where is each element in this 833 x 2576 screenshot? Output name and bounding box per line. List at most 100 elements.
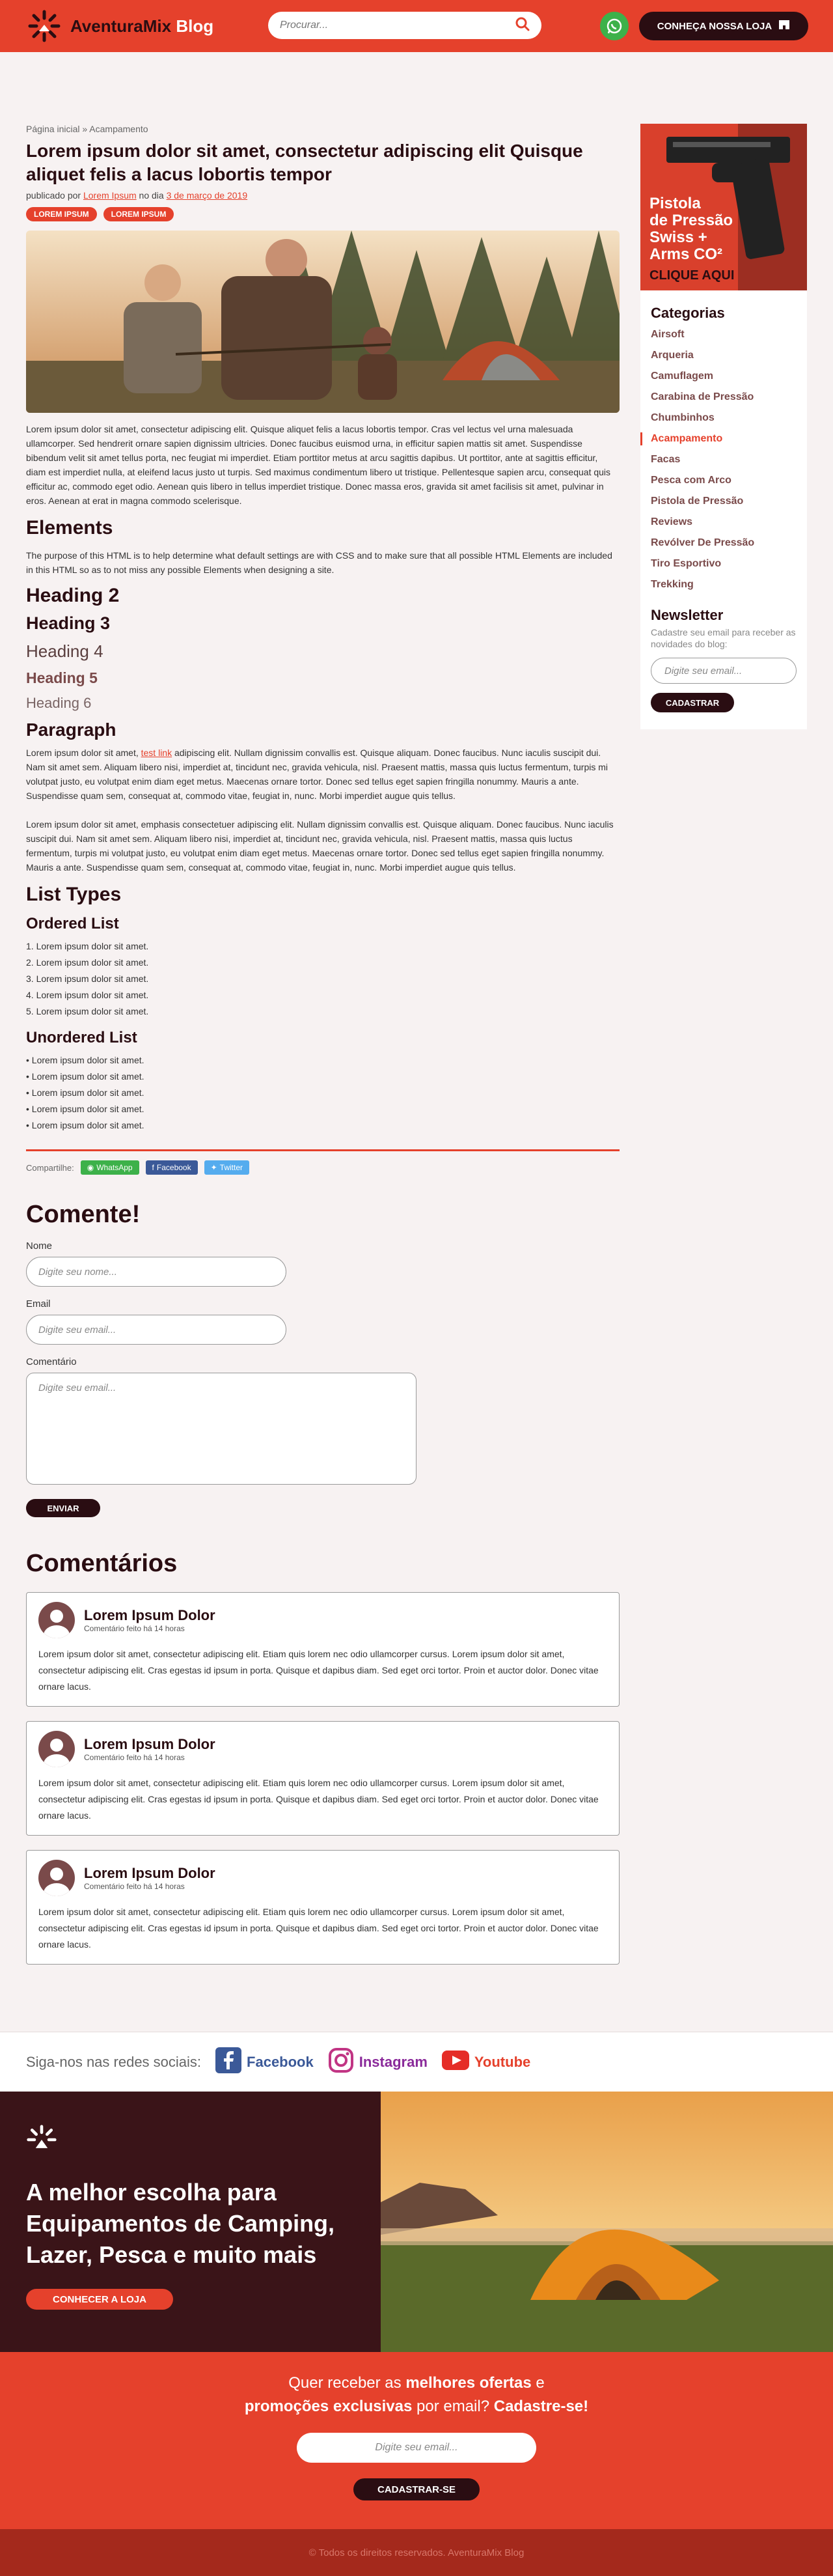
- hero-image: [26, 231, 620, 413]
- name-field[interactable]: Digite seu nome...: [26, 1257, 286, 1287]
- promo-text: Quer receber as melhores ofertas e promo…: [245, 2372, 588, 2418]
- promo-line1-a: Quer receber as: [288, 2374, 402, 2392]
- test-link[interactable]: test link: [141, 748, 172, 758]
- search-bar: [268, 12, 541, 39]
- share-bar: Compartilhe: ◉ WhatsApp f Facebook ✦ Twitte…: [26, 1160, 620, 1175]
- search-icon[interactable]: [515, 17, 530, 35]
- post-title: Lorem ipsum dolor sit amet, consectetur …: [26, 141, 583, 184]
- footer-copyright: © Todos os direitos reservados. Aventura…: [0, 2529, 833, 2576]
- instagram-icon: [328, 2047, 354, 2077]
- facebook-icon: f: [152, 1163, 154, 1172]
- submit-comment-button[interactable]: ENVIAR: [26, 1499, 100, 1517]
- date-link[interactable]: 3 de março de 2019: [167, 190, 248, 201]
- search-input[interactable]: [280, 20, 515, 31]
- category-link[interactable]: Reviews: [651, 512, 797, 533]
- category-link[interactable]: Carabina de Pressão: [651, 387, 797, 408]
- site-logo[interactable]: AventuraMix Blog: [26, 9, 213, 43]
- comment-author: Lorem Ipsum Dolor: [84, 1736, 215, 1752]
- share-label: Compartilhe:: [26, 1162, 74, 1173]
- paragraph-heading: Paragraph: [26, 720, 116, 740]
- heading-6: Heading 6: [26, 695, 92, 711]
- comment-author: Lorem Ipsum Dolor: [84, 1607, 215, 1623]
- category-link[interactable]: Facas: [651, 449, 797, 470]
- list-item: • Lorem ipsum dolor sit amet.: [26, 1104, 144, 1114]
- avatar: [38, 1731, 75, 1767]
- newsletter-subscribe-button[interactable]: CADASTRAR: [651, 693, 734, 712]
- category-link-active[interactable]: Acampamento: [640, 428, 797, 449]
- category-link[interactable]: Tiro Esportivo: [651, 553, 797, 574]
- category-link[interactable]: Chumbinhos: [651, 408, 797, 428]
- promo-email-input[interactable]: Digite seu email...: [297, 2433, 536, 2463]
- unordered-list: • Lorem ipsum dolor sit amet. • Lorem ip…: [26, 1052, 620, 1134]
- comment-card: Lorem Ipsum Dolor Comentário feito há 14 …: [26, 1592, 620, 1707]
- ad-line-2: de Pressão: [649, 212, 733, 229]
- logo-main-text: AventuraMix: [70, 16, 172, 36]
- list-item: • Lorem ipsum dolor sit amet.: [26, 1055, 144, 1065]
- para1-before: Lorem ipsum dolor sit amet,: [26, 748, 139, 758]
- category-link[interactable]: Camuflagem: [651, 366, 797, 387]
- promo-signup-button[interactable]: CADASTRAR-SE: [353, 2478, 480, 2500]
- category-link[interactable]: Pesca com Arco: [651, 470, 797, 491]
- ad-cta: CLIQUE AQUI: [649, 268, 735, 283]
- category-link[interactable]: Airsoft: [651, 324, 797, 345]
- paragraph-2: Lorem ipsum dolor sit amet, emphasis con…: [26, 819, 614, 873]
- list-types-heading: List Types: [26, 884, 122, 905]
- store-promo-banner: A melhor escolha para Equipamentos de Ca…: [0, 2092, 833, 2352]
- share-twitter-button[interactable]: ✦ Twitter: [204, 1160, 249, 1175]
- email-field[interactable]: Digite seu email...: [26, 1315, 286, 1345]
- comment-text: Lorem ipsum dolor sit amet, consectetur …: [38, 1778, 599, 1821]
- share-twitter-label: Twitter: [219, 1163, 243, 1172]
- published-prefix: publicado por: [26, 190, 81, 201]
- facebook-link[interactable]: Facebook: [215, 2047, 314, 2077]
- heading-4: Heading 4: [26, 641, 103, 661]
- facebook-label: Facebook: [247, 2053, 314, 2070]
- share-whatsapp-button[interactable]: ◉ WhatsApp: [80, 1160, 139, 1175]
- instagram-link[interactable]: Instagram: [328, 2047, 428, 2077]
- newsletter-email-input[interactable]: Digite seu email...: [651, 658, 797, 684]
- promo-line2-b: por email?: [416, 2398, 490, 2415]
- list-item: 4. Lorem ipsum dolor sit amet.: [26, 990, 149, 1000]
- list-item: • Lorem ipsum dolor sit amet.: [26, 1071, 144, 1082]
- store-button[interactable]: CONHEÇA NOSSA LOJA: [639, 12, 808, 40]
- category-link[interactable]: Trekking: [651, 574, 797, 595]
- elements-heading: Elements: [26, 517, 113, 539]
- share-facebook-button[interactable]: f Facebook: [145, 1160, 198, 1175]
- paragraph-1: Lorem ipsum dolor sit amet, test link ad…: [26, 746, 620, 803]
- sidebar: Pistola de Pressão Swiss + Arms CO² CLIQ…: [640, 124, 807, 729]
- category-link[interactable]: Pistola de Pressão: [651, 491, 797, 512]
- comment-time: Comentário feito há 14 horas: [84, 1753, 185, 1762]
- breadcrumb[interactable]: Página inicial » Acampamento: [26, 124, 620, 134]
- whatsapp-icon: ◉: [87, 1163, 94, 1172]
- comment-label: Comentário: [26, 1356, 77, 1367]
- author-link[interactable]: Lorem Ipsum: [83, 190, 137, 201]
- tag[interactable]: LOREM IPSUM: [26, 207, 97, 221]
- list-item: 3. Lorem ipsum dolor sit amet.: [26, 973, 149, 984]
- whatsapp-icon[interactable]: [600, 12, 629, 40]
- divider: [26, 1149, 620, 1151]
- category-link[interactable]: Revólver De Pressão: [651, 533, 797, 553]
- promo-line2-a: promoções exclusivas: [244, 2398, 413, 2415]
- list-item: 2. Lorem ipsum dolor sit amet.: [26, 957, 149, 968]
- logo-sub-text: Blog: [176, 16, 214, 36]
- tag[interactable]: LOREM IPSUM: [103, 207, 174, 221]
- visit-store-button[interactable]: CONHECER A LOJA: [26, 2289, 173, 2310]
- comment-textarea[interactable]: Digite seu email...: [26, 1373, 416, 1485]
- promo-line1-b: melhores ofertas: [405, 2374, 532, 2392]
- elements-text: The purpose of this HTML is to help dete…: [26, 550, 612, 575]
- sidebar-ad-banner[interactable]: Pistola de Pressão Swiss + Arms CO² CLIQ…: [640, 124, 807, 290]
- comment-card: Lorem Ipsum Dolor Comentário feito há 14 …: [26, 1721, 620, 1836]
- social-follow-bar: Siga-nos nas redes sociais: Facebook Ins…: [0, 2032, 833, 2092]
- youtube-link[interactable]: Youtube: [441, 2050, 531, 2074]
- sidebar-box: Categorias Airsoft Arqueria Camuflagem C…: [640, 290, 807, 729]
- category-list: Airsoft Arqueria Camuflagem Carabina de …: [640, 324, 797, 595]
- store-button-label: CONHEÇA NOSSA LOJA: [657, 20, 772, 32]
- ad-line-4: Arms CO²: [649, 245, 723, 263]
- youtube-label: Youtube: [474, 2053, 531, 2070]
- youtube-icon: [441, 2050, 469, 2074]
- ordered-list-heading: Ordered List: [26, 915, 119, 932]
- tag-list: LOREM IPSUM LOREM IPSUM: [26, 207, 620, 221]
- intro-paragraph: Lorem ipsum dolor sit amet, consectetur …: [26, 424, 611, 506]
- post-meta: publicado por Lorem Ipsum no dia 3 de ma…: [26, 190, 620, 201]
- category-link[interactable]: Arqueria: [651, 345, 797, 366]
- categories-heading: Categorias: [651, 305, 725, 321]
